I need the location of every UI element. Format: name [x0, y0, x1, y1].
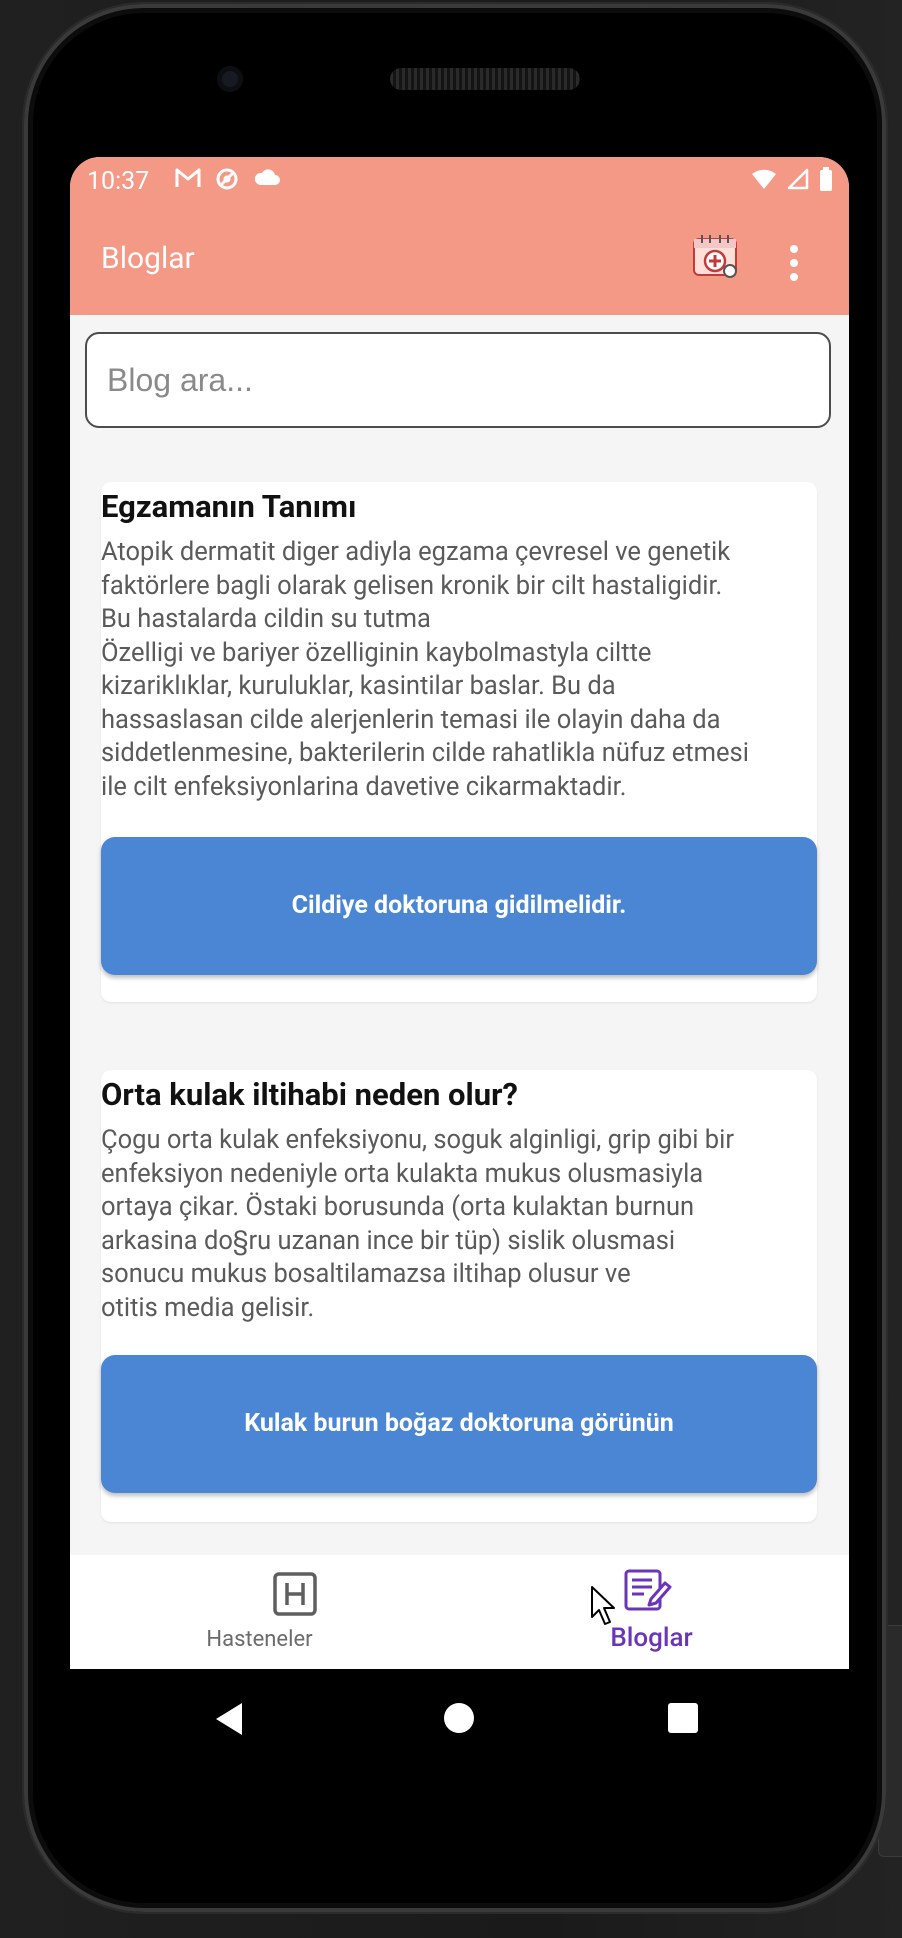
- back-icon[interactable]: [212, 1701, 248, 1737]
- home-icon[interactable]: [442, 1701, 476, 1735]
- hospital-h-icon: [273, 1572, 317, 1616]
- cloud-icon: [254, 169, 280, 185]
- wifi-icon: [752, 169, 776, 189]
- blog-body: Çogu orta kulak enfeksiyonu, soguk algin…: [101, 1125, 734, 1323]
- nav-item-bloglar[interactable]: Bloglar: [459, 1555, 848, 1669]
- gmail-icon: [175, 168, 201, 187]
- more-vert-icon[interactable]: [786, 245, 802, 285]
- system-navigation-bar: [70, 1669, 849, 1765]
- bottom-navigation: Hasteneler Bloglar: [70, 1555, 849, 1669]
- status-time: 10:37: [87, 167, 150, 196]
- nav-label-bloglar: Bloglar: [610, 1623, 693, 1653]
- nav-label-hasteneler: Hasteneler: [206, 1627, 313, 1652]
- blog-card: Orta kulak iltihabi neden olur? Çogu ort…: [101, 1070, 817, 1522]
- battery-icon: [820, 167, 832, 191]
- blog-body: Atopik dermatit diger adiyla egzama çevr…: [101, 537, 749, 802]
- search-input[interactable]: Blog ara...: [85, 332, 831, 428]
- status-bar: 10:37: [70, 157, 849, 205]
- blog-title: Orta kulak iltihabi neden olur?: [101, 1076, 518, 1113]
- signal-icon: [787, 168, 809, 190]
- status-system-icons: [751, 167, 833, 191]
- camera-icon: [217, 66, 243, 92]
- medical-calendar-icon[interactable]: [690, 231, 740, 281]
- app-bar: Bloglar: [70, 205, 849, 315]
- speaker-grille: [390, 68, 580, 90]
- blog-action-button[interactable]: Kulak burun boğaz doktoruna görünün: [101, 1355, 817, 1493]
- page-title: Bloglar: [101, 241, 195, 276]
- recents-icon[interactable]: [667, 1702, 699, 1734]
- nav-item-hasteneler[interactable]: Hasteneler: [70, 1555, 459, 1669]
- blog-card: Egzamanın Tanımı Atopik dermatit diger a…: [101, 482, 817, 1002]
- status-notification-icons: [175, 167, 281, 191]
- sync-icon: [216, 168, 238, 190]
- edit-note-icon: [624, 1569, 672, 1611]
- app-screen: 10:37 Bloglar Blog ara... Egzamanın Tanı…: [70, 157, 849, 1669]
- blog-title: Egzamanın Tanımı: [101, 488, 357, 525]
- blog-action-button[interactable]: Cildiye doktoruna gidilmelidir.: [101, 837, 817, 975]
- mouse-cursor-icon: [591, 1586, 615, 1625]
